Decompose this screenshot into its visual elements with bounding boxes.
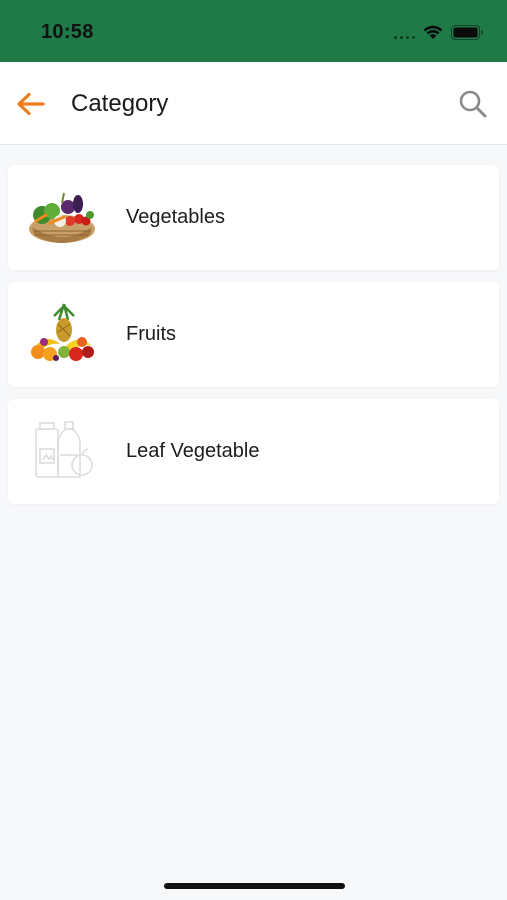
battery-icon	[451, 25, 483, 40]
search-icon	[459, 90, 487, 118]
vegetable-basket-image	[29, 192, 95, 243]
category-item-vegetables[interactable]: Vegetables	[8, 165, 499, 270]
arrow-left-icon	[17, 92, 45, 116]
placeholder-grocery-icon	[35, 421, 93, 478]
category-label: Fruits	[126, 323, 176, 345]
back-button[interactable]	[10, 84, 50, 124]
category-label: Vegetables	[126, 206, 225, 228]
screen: 10:58 Category Vegetables Fruits Leaf Ve…	[0, 0, 507, 900]
search-button[interactable]	[452, 84, 494, 124]
category-label: Leaf Vegetable	[126, 440, 260, 462]
status-time: 10:58	[41, 21, 94, 43]
wifi-icon	[423, 25, 443, 39]
signal-dots-icon	[394, 36, 416, 39]
fruit-assortment-image	[31, 303, 94, 361]
category-item-leaf-vegetable[interactable]: Leaf Vegetable	[8, 399, 499, 504]
category-item-fruits[interactable]: Fruits	[8, 282, 499, 387]
app-bar: Category	[0, 62, 507, 145]
page-title: Category	[71, 90, 169, 117]
home-indicator[interactable]	[164, 883, 345, 889]
status-bar: 10:58	[0, 0, 507, 62]
